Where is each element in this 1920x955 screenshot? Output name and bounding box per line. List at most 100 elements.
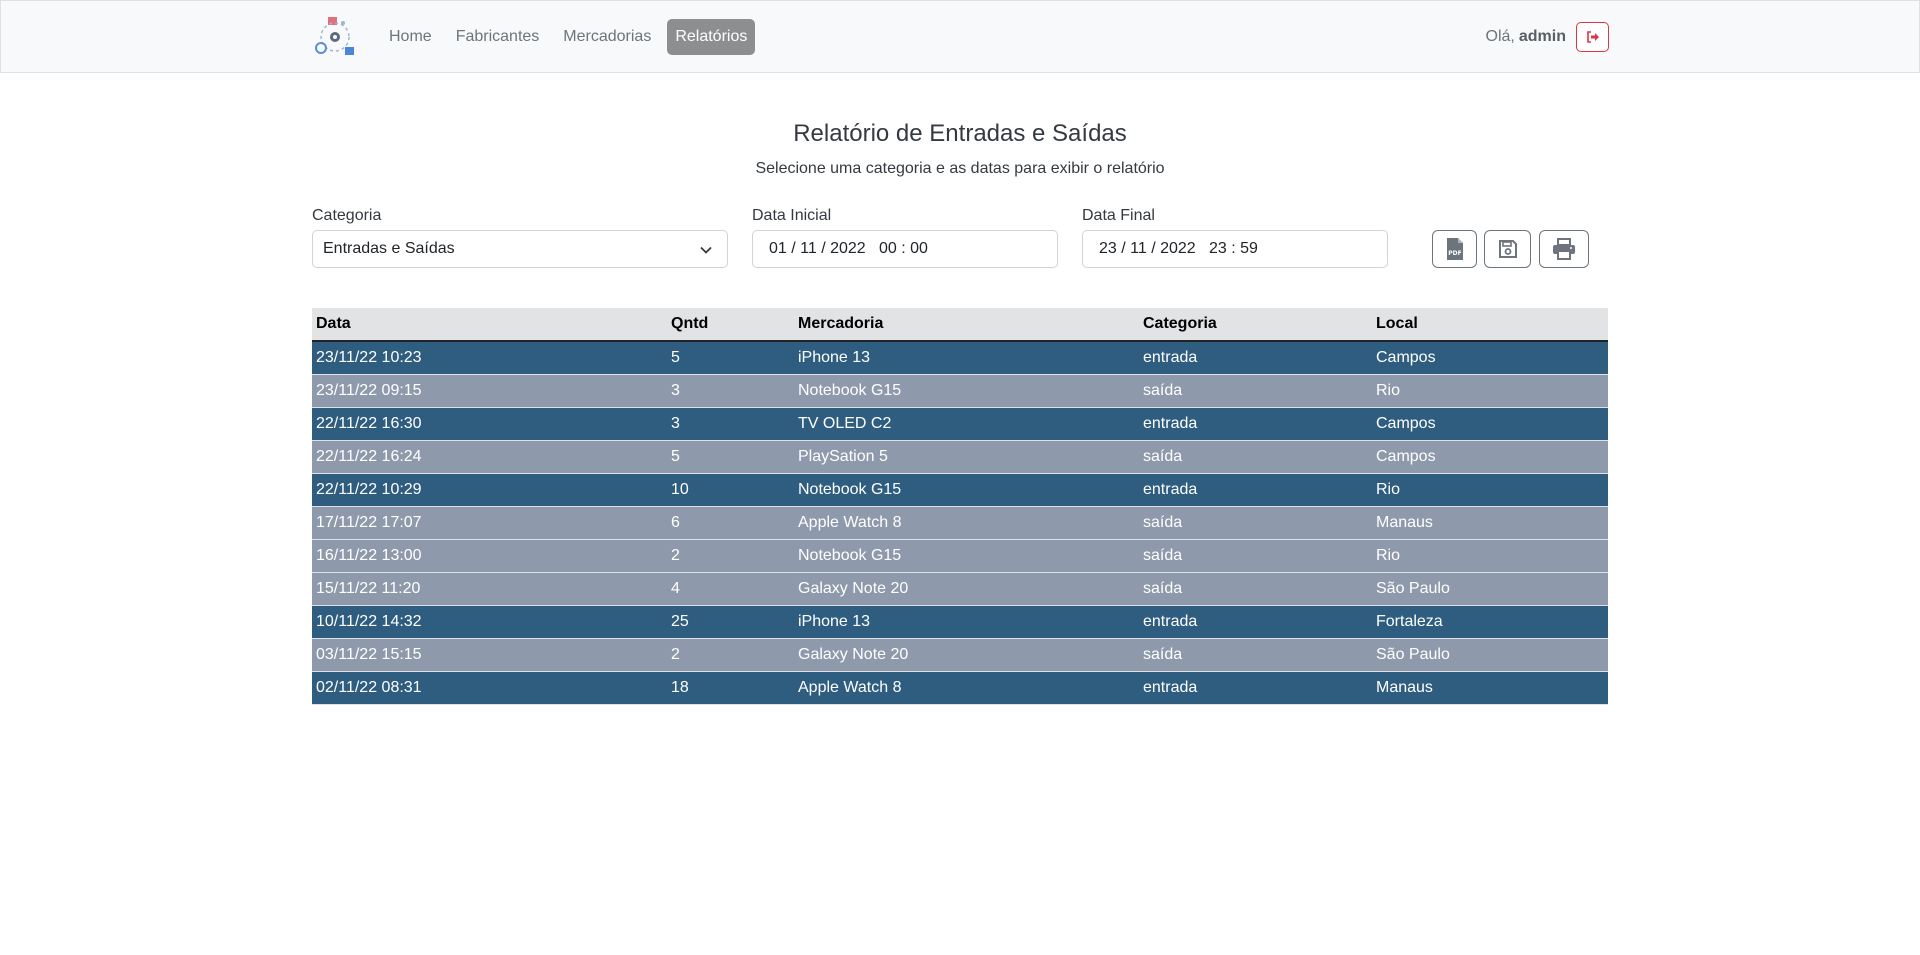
cell-data: 03/11/22 15:15 — [312, 638, 667, 672]
data-final-input[interactable]: 23 / 11 / 2022 23 : 59 — [1082, 230, 1388, 268]
cell-mercadoria: Galaxy Note 20 — [794, 572, 1139, 606]
nav-link-mercadorias[interactable]: Mercadorias — [555, 19, 659, 55]
cell-data: 22/11/22 10:29 — [312, 473, 667, 507]
user-area: Olá, admin — [1486, 22, 1609, 52]
cell-data: 23/11/22 10:23 — [312, 341, 667, 375]
cell-qntd: 18 — [667, 671, 794, 705]
svg-text:PDF: PDF — [1448, 250, 1461, 257]
nav-link-home[interactable]: Home — [381, 19, 440, 55]
table-row: 17/11/22 17:07 6 Apple Watch 8 saída Man… — [312, 506, 1608, 540]
printer-icon — [1553, 238, 1575, 260]
cell-categoria: saída — [1139, 374, 1372, 408]
cell-local: Rio — [1372, 539, 1608, 573]
table-header-row: Data Qntd Mercadoria Categoria Local — [312, 308, 1608, 342]
navbar: Home Fabricantes Mercadorias Relatórios … — [0, 0, 1920, 73]
pdf-file-icon: PDF — [1446, 238, 1463, 260]
cell-mercadoria: Galaxy Note 20 — [794, 638, 1139, 672]
cell-data: 10/11/22 14:32 — [312, 605, 667, 639]
cell-categoria: saída — [1139, 539, 1372, 573]
app-logo-icon[interactable] — [313, 15, 357, 59]
cell-local: Manaus — [1372, 506, 1608, 540]
table-row: 03/11/22 15:15 2 Galaxy Note 20 saída Sã… — [312, 638, 1608, 672]
cell-categoria: saída — [1139, 440, 1372, 474]
cell-categoria: entrada — [1139, 341, 1372, 375]
cell-categoria: saída — [1139, 506, 1372, 540]
print-button[interactable] — [1539, 230, 1589, 268]
categoria-select[interactable]: Entradas e Saídas — [312, 230, 728, 268]
table-row: 22/11/22 10:29 10 Notebook G15 entrada R… — [312, 473, 1608, 507]
column-header-mercadoria: Mercadoria — [794, 308, 1139, 342]
data-inicial-label: Data Inicial — [752, 207, 832, 224]
cell-categoria: entrada — [1139, 605, 1372, 639]
cell-local: Campos — [1372, 341, 1608, 375]
cell-mercadoria: iPhone 13 — [794, 605, 1139, 639]
username: admin — [1518, 28, 1566, 45]
cell-data: 15/11/22 11:20 — [312, 572, 667, 606]
save-button[interactable] — [1484, 230, 1531, 268]
cell-data: 16/11/22 13:00 — [312, 539, 667, 573]
report-table: Data Qntd Mercadoria Categoria Local 23/… — [312, 308, 1608, 705]
cell-local: Campos — [1372, 440, 1608, 474]
cell-categoria: saída — [1139, 572, 1372, 606]
cell-data: 22/11/22 16:24 — [312, 440, 667, 474]
categoria-selected-value: Entradas e Saídas — [323, 240, 455, 257]
cell-local: Rio — [1372, 374, 1608, 408]
cell-categoria: entrada — [1139, 407, 1372, 441]
column-header-local: Local — [1372, 308, 1608, 342]
table-row: 02/11/22 08:31 18 Apple Watch 8 entrada … — [312, 671, 1608, 705]
cell-data: 22/11/22 16:30 — [312, 407, 667, 441]
cell-qntd: 4 — [667, 572, 794, 606]
page-subtitle: Selecione uma categoria e as datas para … — [755, 160, 1165, 177]
cell-data: 23/11/22 09:15 — [312, 374, 667, 408]
navbar-container: Home Fabricantes Mercadorias Relatórios … — [313, 1, 1609, 73]
column-header-categoria: Categoria — [1139, 308, 1372, 342]
export-pdf-button[interactable]: PDF — [1432, 230, 1477, 268]
table-row: 10/11/22 14:32 25 iPhone 13 entrada Fort… — [312, 605, 1608, 639]
data-inicial-value: 01 / 11 / 2022 00 : 00 — [769, 240, 928, 257]
column-header-qntd: Qntd — [667, 308, 794, 342]
cell-mercadoria: Notebook G15 — [794, 539, 1139, 573]
cell-local: São Paulo — [1372, 638, 1608, 672]
cell-data: 17/11/22 17:07 — [312, 506, 667, 540]
cell-qntd: 5 — [667, 341, 794, 375]
cell-categoria: entrada — [1139, 473, 1372, 507]
cell-local: São Paulo — [1372, 572, 1608, 606]
table-row: 22/11/22 16:24 5 PlaySation 5 saída Camp… — [312, 440, 1608, 474]
cell-categoria: saída — [1139, 638, 1372, 672]
table-row: 23/11/22 09:15 3 Notebook G15 saída Rio — [312, 374, 1608, 408]
data-inicial-input[interactable]: 01 / 11 / 2022 00 : 00 — [752, 230, 1058, 268]
cell-local: Rio — [1372, 473, 1608, 507]
page-title: Relatório de Entradas e Saídas — [793, 120, 1127, 147]
table-row: 23/11/22 10:23 5 iPhone 13 entrada Campo… — [312, 341, 1608, 375]
cell-data: 02/11/22 08:31 — [312, 671, 667, 705]
categoria-label: Categoria — [312, 207, 382, 224]
greeting-text: Olá, — [1485, 28, 1515, 45]
cell-local: Campos — [1372, 407, 1608, 441]
logout-button[interactable] — [1576, 22, 1609, 52]
cell-qntd: 10 — [667, 473, 794, 507]
table-row: 22/11/22 16:30 3 TV OLED C2 entrada Camp… — [312, 407, 1608, 441]
cell-local: Fortaleza — [1372, 605, 1608, 639]
table-row: 16/11/22 13:00 2 Notebook G15 saída Rio — [312, 539, 1608, 573]
cell-qntd: 2 — [667, 539, 794, 573]
cell-local: Manaus — [1372, 671, 1608, 705]
cell-qntd: 3 — [667, 407, 794, 441]
cell-mercadoria: Apple Watch 8 — [794, 671, 1139, 705]
cell-mercadoria: Notebook G15 — [794, 473, 1139, 507]
nav-link-relatorios[interactable]: Relatórios — [667, 19, 756, 55]
cell-qntd: 25 — [667, 605, 794, 639]
sign-out-icon — [1586, 31, 1599, 43]
cell-qntd: 2 — [667, 638, 794, 672]
cell-mercadoria: Notebook G15 — [794, 374, 1139, 408]
cell-mercadoria: TV OLED C2 — [794, 407, 1139, 441]
cell-qntd: 6 — [667, 506, 794, 540]
cell-mercadoria: Apple Watch 8 — [794, 506, 1139, 540]
floppy-disk-icon — [1498, 240, 1517, 258]
cell-mercadoria: PlaySation 5 — [794, 440, 1139, 474]
column-header-data: Data — [312, 308, 667, 342]
table-row: 15/11/22 11:20 4 Galaxy Note 20 saída Sã… — [312, 572, 1608, 606]
data-final-value: 23 / 11 / 2022 23 : 59 — [1099, 240, 1258, 257]
cell-qntd: 5 — [667, 440, 794, 474]
nav-link-fabricantes[interactable]: Fabricantes — [448, 19, 548, 55]
cell-categoria: entrada — [1139, 671, 1372, 705]
